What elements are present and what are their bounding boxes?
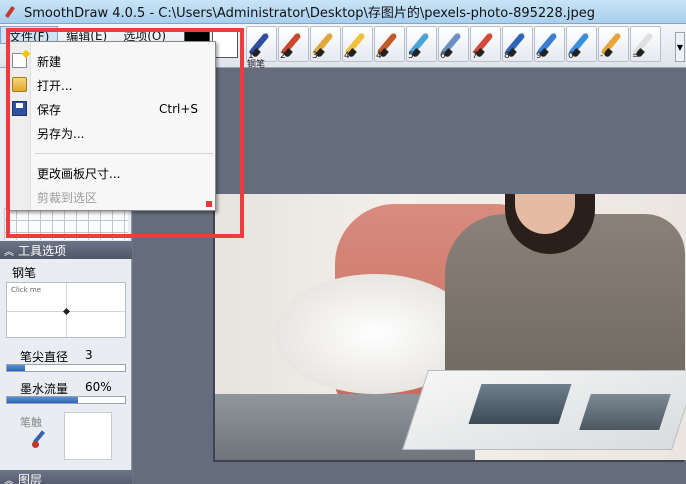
brush-tip-icon[interactable] [30, 430, 48, 448]
tip-size-slider[interactable] [6, 364, 126, 372]
chevron-up-icon: ︽ [4, 246, 14, 258]
tool-number: 7 [472, 51, 478, 61]
preview-hint: Click me [11, 286, 42, 294]
tool-number: 0 [568, 51, 574, 61]
tool-options-header[interactable]: ︽ 工具选项 [0, 241, 132, 259]
tool-number: - [600, 51, 604, 61]
tool-number: 4 [344, 51, 350, 61]
tip-size-slider-fill [7, 365, 25, 371]
brush-tip-preview[interactable] [64, 412, 112, 460]
tool-number: 9 [536, 51, 542, 61]
tip-size-label: 笔尖直径 [20, 350, 69, 364]
ink-flow-label: 墨水流量 [20, 382, 69, 396]
airbrush-icon[interactable]: 5 [406, 26, 437, 62]
crayon-icon[interactable]: 4 [374, 26, 405, 62]
title-bar: SmoothDraw 4.0.5 - C:\Users\Administrato… [0, 0, 686, 24]
brush-tip-label: 笔触 [20, 416, 42, 429]
chevron-up-icon: ︽ [4, 475, 14, 484]
tool-number: 5 [408, 51, 414, 61]
brush-toolbar: 1 2 3 4 4 5 6 7 8 9 0- = [246, 24, 662, 68]
tool-number: = [632, 51, 640, 61]
window-title: SmoothDraw 4.0.5 - C:\Users\Administrato… [24, 6, 595, 21]
layers-header[interactable]: ︽ 图层 [0, 470, 132, 484]
brush-preview-box[interactable]: Click me [6, 282, 126, 338]
tool-number: 3 [312, 51, 318, 61]
tip-size-value: 3 [85, 348, 93, 362]
ink-flow-slider-fill [7, 397, 78, 403]
brush-name: 钢笔 [12, 266, 37, 280]
tool-number: 6 [440, 51, 446, 61]
star-brush-icon[interactable]: 9 [534, 26, 565, 62]
layers-title: 图层 [18, 472, 43, 484]
smudge-hand-icon[interactable]: - [598, 26, 629, 62]
ink-flow-value: 60% [85, 380, 112, 394]
pencil-icon[interactable]: 2 [278, 26, 309, 62]
spray-icon[interactable]: 6 [438, 26, 469, 62]
canvas-image[interactable] [215, 194, 686, 460]
paint-brush-icon[interactable]: 7 [470, 26, 501, 62]
ink-flow-slider[interactable] [6, 396, 126, 404]
tool-options-title: 工具选项 [18, 243, 67, 258]
toolbar-overflow-button[interactable]: ▼ [675, 32, 685, 62]
marker-icon[interactable]: 4 [342, 26, 373, 62]
app-icon [6, 6, 18, 18]
brush-icon[interactable]: 3 [310, 26, 341, 62]
eraser-icon[interactable]: = [630, 26, 661, 62]
tool-number: 4 [376, 51, 382, 61]
tool-number: 8 [504, 51, 510, 61]
oil-brush-icon[interactable]: 8 [502, 26, 533, 62]
water-drop-icon[interactable]: 0 [566, 26, 597, 62]
highlight-box [6, 28, 244, 238]
tool-number: 2 [280, 51, 286, 61]
preview-dot [62, 307, 71, 316]
